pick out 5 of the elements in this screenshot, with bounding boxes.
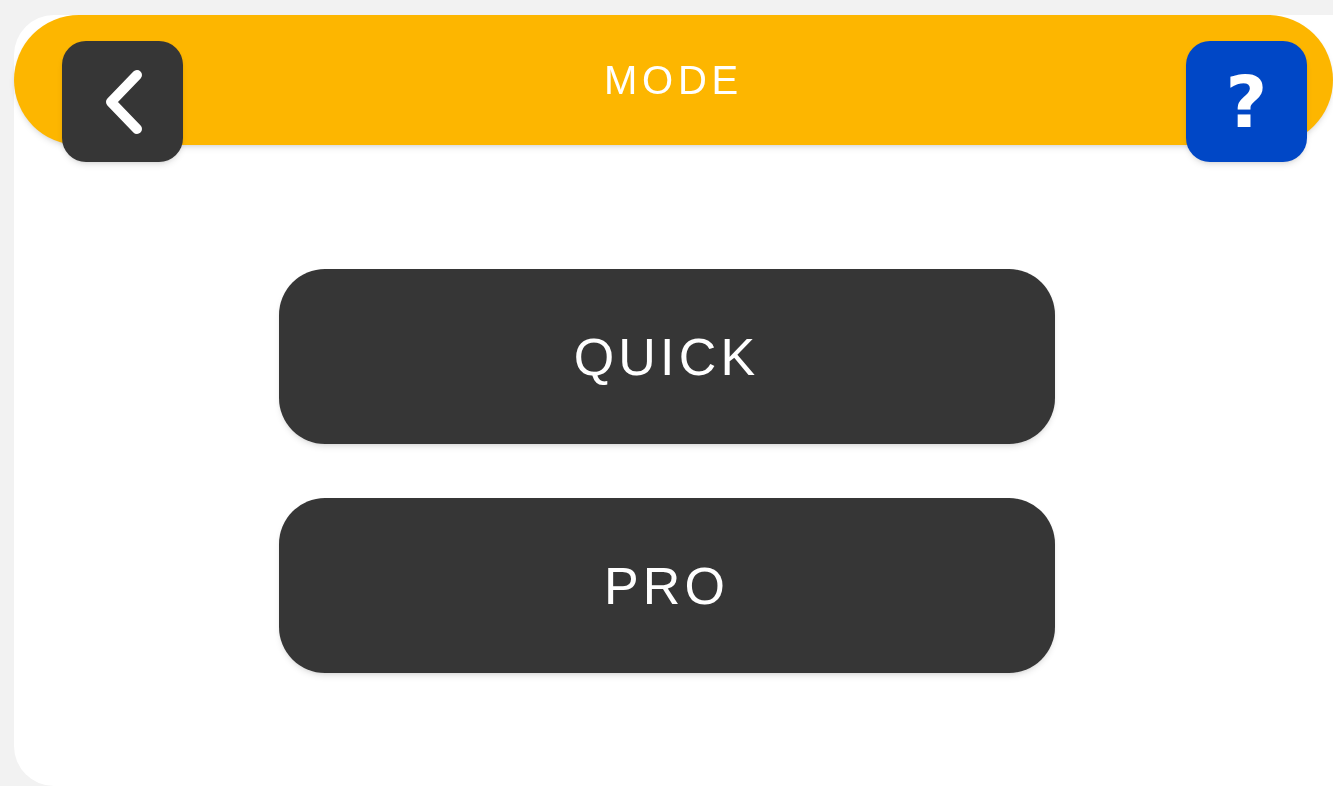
mode-button[interactable]: QUICK bbox=[278, 269, 1055, 444]
page-title: MODE bbox=[603, 57, 744, 104]
mode-button[interactable]: PRO bbox=[278, 498, 1055, 673]
help-button[interactable]: ? bbox=[1186, 41, 1307, 162]
back-button[interactable] bbox=[62, 41, 183, 162]
